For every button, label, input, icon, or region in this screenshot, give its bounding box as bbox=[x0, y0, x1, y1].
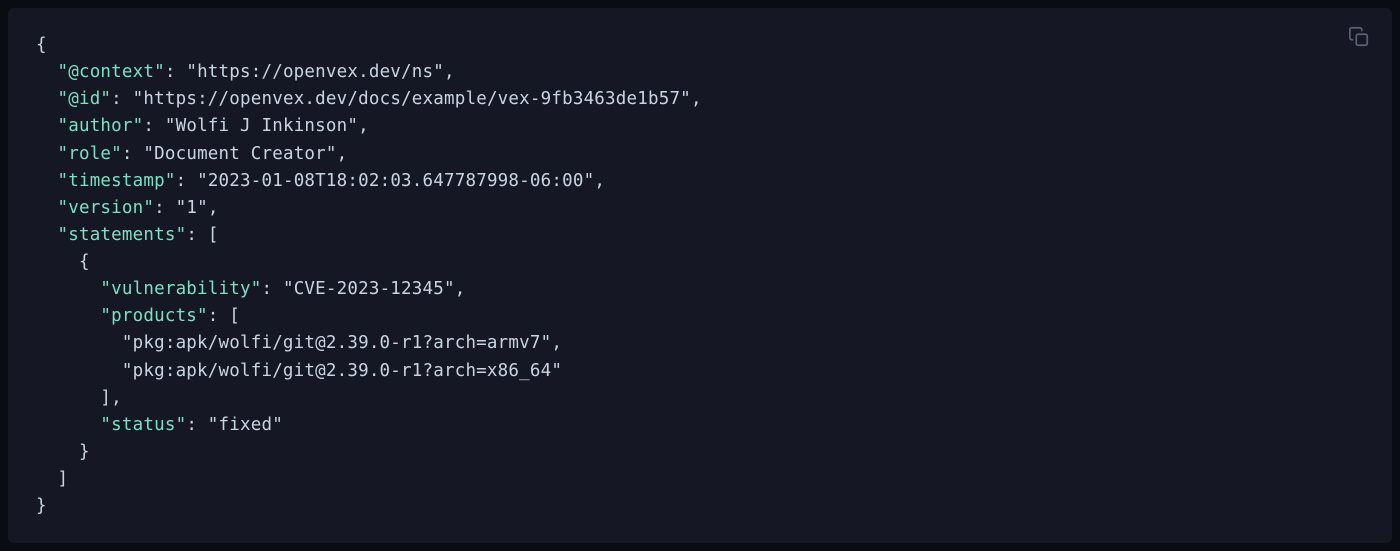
json-key: "author" bbox=[57, 116, 143, 136]
json-key: "@id" bbox=[57, 89, 111, 109]
json-value: "Document Creator" bbox=[143, 144, 336, 164]
json-key: "status" bbox=[100, 415, 186, 435]
json-key: "products" bbox=[100, 306, 207, 326]
brace-close: } bbox=[36, 496, 47, 516]
json-value: "CVE-2023-12345" bbox=[283, 279, 455, 299]
json-value: "pkg:apk/wolfi/git@2.39.0-r1?arch=armv7" bbox=[122, 333, 551, 353]
json-key: "timestamp" bbox=[57, 171, 175, 191]
json-value: "Wolfi J Inkinson" bbox=[165, 116, 358, 136]
json-value: "https://openvex.dev/ns" bbox=[186, 62, 444, 82]
json-value: "1" bbox=[176, 198, 208, 218]
json-content: { "@context": "https://openvex.dev/ns", … bbox=[36, 32, 1364, 520]
brace-open: { bbox=[36, 35, 47, 55]
copy-button[interactable] bbox=[1348, 26, 1370, 48]
json-value: "https://openvex.dev/docs/example/vex-9f… bbox=[133, 89, 691, 109]
copy-icon bbox=[1348, 26, 1370, 48]
json-key: "version" bbox=[57, 198, 154, 218]
json-value: "2023-01-08T18:02:03.647787998-06:00" bbox=[197, 171, 594, 191]
json-value: "fixed" bbox=[208, 415, 283, 435]
json-key: "@context" bbox=[57, 62, 164, 82]
json-key: "vulnerability" bbox=[100, 279, 261, 299]
json-key: "statements" bbox=[57, 225, 186, 245]
code-block: { "@context": "https://openvex.dev/ns", … bbox=[8, 8, 1392, 543]
json-key: "role" bbox=[57, 144, 121, 164]
json-value: "pkg:apk/wolfi/git@2.39.0-r1?arch=x86_64… bbox=[122, 361, 562, 381]
